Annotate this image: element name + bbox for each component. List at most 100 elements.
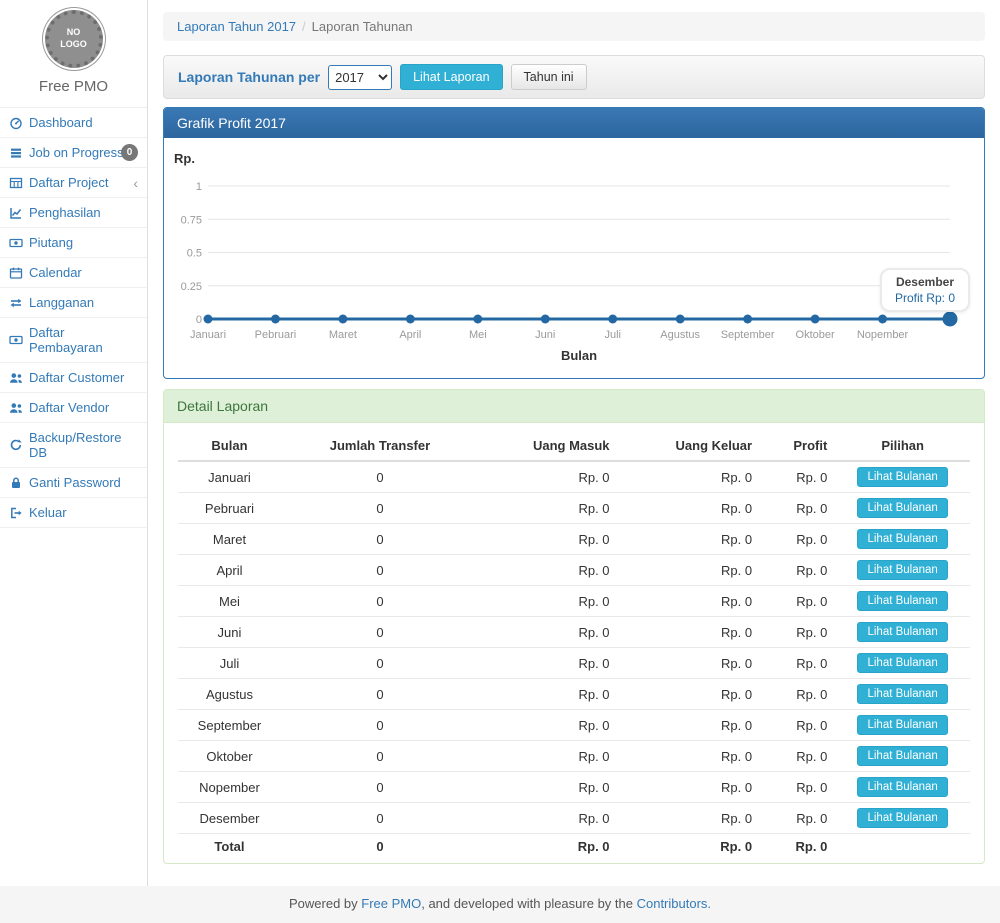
sidebar-item-penghasilan[interactable]: Penghasilan xyxy=(0,198,147,228)
cell-pilihan: Lihat Bulanan xyxy=(835,710,970,741)
cell-uang-masuk: Rp. 0 xyxy=(479,648,618,679)
sidebar-item-piutang[interactable]: Piutang xyxy=(0,228,147,258)
cell-pilihan: Lihat Bulanan xyxy=(835,648,970,679)
cell-bulan: Nopember xyxy=(178,772,281,803)
view-monthly-button-september[interactable]: Lihat Bulanan xyxy=(857,715,947,735)
logo-box: NO LOGO Free PMO xyxy=(0,0,147,108)
current-year-button[interactable]: Tahun ini xyxy=(511,64,587,90)
users-icon xyxy=(9,401,23,415)
cell-uang-keluar: Rp. 0 xyxy=(618,803,761,834)
sidebar-item-dashboard[interactable]: Dashboard xyxy=(0,108,147,138)
cell-bulan: Mei xyxy=(178,586,281,617)
footer-link-contributors[interactable]: Contributors. xyxy=(637,896,711,911)
view-monthly-button-pebruari[interactable]: Lihat Bulanan xyxy=(857,498,947,518)
sidebar-item-daftar-pembayaran[interactable]: Daftar Pembayaran xyxy=(0,318,147,363)
cell-bulan: Oktober xyxy=(178,741,281,772)
no-logo-badge: NO LOGO xyxy=(45,10,103,68)
cell-uang-masuk: Rp. 0 xyxy=(479,772,618,803)
cell-profit: Rp. 0 xyxy=(760,803,835,834)
sidebar-item-label: Calendar xyxy=(29,265,82,280)
svg-text:Bulan: Bulan xyxy=(561,348,597,363)
cell-uang-keluar: Rp. 0 xyxy=(618,679,761,710)
sidebar-menu: DashboardJob on Progress0Daftar Project‹… xyxy=(0,108,147,528)
cell-jumlah-transfer: 0 xyxy=(281,524,479,555)
sidebar-item-label: Daftar Vendor xyxy=(29,400,109,415)
cell-profit: Rp. 0 xyxy=(760,772,835,803)
cell-profit: Rp. 0 xyxy=(760,555,835,586)
view-monthly-button-april[interactable]: Lihat Bulanan xyxy=(857,560,947,580)
view-monthly-button-nopember[interactable]: Lihat Bulanan xyxy=(857,777,947,797)
cell-uang-keluar: Rp. 0 xyxy=(618,617,761,648)
cell-pilihan: Lihat Bulanan xyxy=(835,524,970,555)
sidebar-item-backup-restore-db[interactable]: Backup/Restore DB xyxy=(0,423,147,468)
main-content: Laporan Tahun 2017/Laporan Tahunan Lapor… xyxy=(148,0,1000,886)
footer-text-middle: , and developed with pleasure by the xyxy=(421,896,636,911)
view-monthly-button-mei[interactable]: Lihat Bulanan xyxy=(857,591,947,611)
svg-text:0.75: 0.75 xyxy=(181,214,202,226)
sidebar-item-label: Backup/Restore DB xyxy=(29,430,138,460)
sidebar-item-daftar-customer[interactable]: Daftar Customer xyxy=(0,363,147,393)
view-report-button[interactable]: Lihat Laporan xyxy=(400,64,502,90)
view-monthly-button-oktober[interactable]: Lihat Bulanan xyxy=(857,746,947,766)
cell-profit: Rp. 0 xyxy=(760,586,835,617)
cell-profit-total: Rp. 0 xyxy=(760,834,835,860)
sidebar-item-langganan[interactable]: Langganan xyxy=(0,288,147,318)
cell-bulan: Pebruari xyxy=(178,493,281,524)
sidebar-item-daftar-project[interactable]: Daftar Project‹ xyxy=(0,168,147,198)
svg-text:Mei: Mei xyxy=(469,329,487,341)
sidebar-item-label: Job on Progress xyxy=(29,145,124,160)
cell-uang-keluar-total: Rp. 0 xyxy=(618,834,761,860)
sidebar-item-daftar-vendor[interactable]: Daftar Vendor xyxy=(0,393,147,423)
cell-profit: Rp. 0 xyxy=(760,679,835,710)
column-header-uang-keluar: Uang Keluar xyxy=(618,431,761,461)
cell-profit: Rp. 0 xyxy=(760,741,835,772)
cell-pilihan: Lihat Bulanan xyxy=(835,741,970,772)
svg-text:Oktober: Oktober xyxy=(796,329,835,341)
chart-body: Rp.00.250.50.751JanuariPebruariMaretApri… xyxy=(164,138,984,378)
view-monthly-button-januari[interactable]: Lihat Bulanan xyxy=(857,467,947,487)
cell-jumlah-transfer: 0 xyxy=(281,493,479,524)
sidebar-item-keluar[interactable]: Keluar xyxy=(0,498,147,528)
cell-uang-masuk: Rp. 0 xyxy=(479,493,618,524)
column-header-pilihan: Pilihan xyxy=(835,431,970,461)
cell-bulan: April xyxy=(178,555,281,586)
tooltip-value: Profit Rp: 0 xyxy=(895,291,955,305)
sidebar-item-label: Piutang xyxy=(29,235,73,250)
sidebar-item-job-on-progress[interactable]: Job on Progress0 xyxy=(0,138,147,168)
no-logo-text: NO LOGO xyxy=(60,27,87,50)
table-row-agustus: Agustus0Rp. 0Rp. 0Rp. 0Lihat Bulanan xyxy=(178,679,970,710)
view-monthly-button-maret[interactable]: Lihat Bulanan xyxy=(857,529,947,549)
cell-bulan: Januari xyxy=(178,461,281,493)
footer-link-free-pmo[interactable]: Free PMO xyxy=(361,896,421,911)
breadcrumb-link-laporan-tahun[interactable]: Laporan Tahun 2017 xyxy=(177,19,296,34)
table-row-pebruari: Pebruari0Rp. 0Rp. 0Rp. 0Lihat Bulanan xyxy=(178,493,970,524)
year-select[interactable]: 2017 xyxy=(328,65,392,90)
report-filter-bar: Laporan Tahunan per 2017 Lihat Laporan T… xyxy=(163,55,985,99)
detail-panel-title: Detail Laporan xyxy=(164,390,984,423)
cell-uang-keluar: Rp. 0 xyxy=(618,555,761,586)
column-header-profit: Profit xyxy=(760,431,835,461)
svg-text:Juli: Juli xyxy=(604,329,621,341)
breadcrumb-current: Laporan Tahunan xyxy=(312,19,413,34)
view-monthly-button-desember[interactable]: Lihat Bulanan xyxy=(857,808,947,828)
sidebar-item-calendar[interactable]: Calendar xyxy=(0,258,147,288)
cell-jumlah-transfer: 0 xyxy=(281,648,479,679)
view-monthly-button-agustus[interactable]: Lihat Bulanan xyxy=(857,684,947,704)
svg-text:Agustus: Agustus xyxy=(660,329,700,341)
sidebar-item-ganti-password[interactable]: Ganti Password xyxy=(0,468,147,498)
page: NO LOGO Free PMO DashboardJob on Progres… xyxy=(0,0,1000,886)
tasks-icon xyxy=(9,146,23,160)
money-icon xyxy=(9,236,23,250)
cell-uang-masuk: Rp. 0 xyxy=(479,555,618,586)
chart-panel-title: Grafik Profit 2017 xyxy=(164,108,984,138)
view-monthly-button-juli[interactable]: Lihat Bulanan xyxy=(857,653,947,673)
refresh-icon xyxy=(9,438,23,452)
calendar-icon xyxy=(9,266,23,280)
cell-uang-masuk: Rp. 0 xyxy=(479,741,618,772)
cell-pilihan: Lihat Bulanan xyxy=(835,772,970,803)
cell-uang-keluar: Rp. 0 xyxy=(618,586,761,617)
view-monthly-button-juni[interactable]: Lihat Bulanan xyxy=(857,622,947,642)
lock-icon xyxy=(9,476,23,490)
cell-uang-masuk: Rp. 0 xyxy=(479,524,618,555)
cell-uang-keluar: Rp. 0 xyxy=(618,493,761,524)
